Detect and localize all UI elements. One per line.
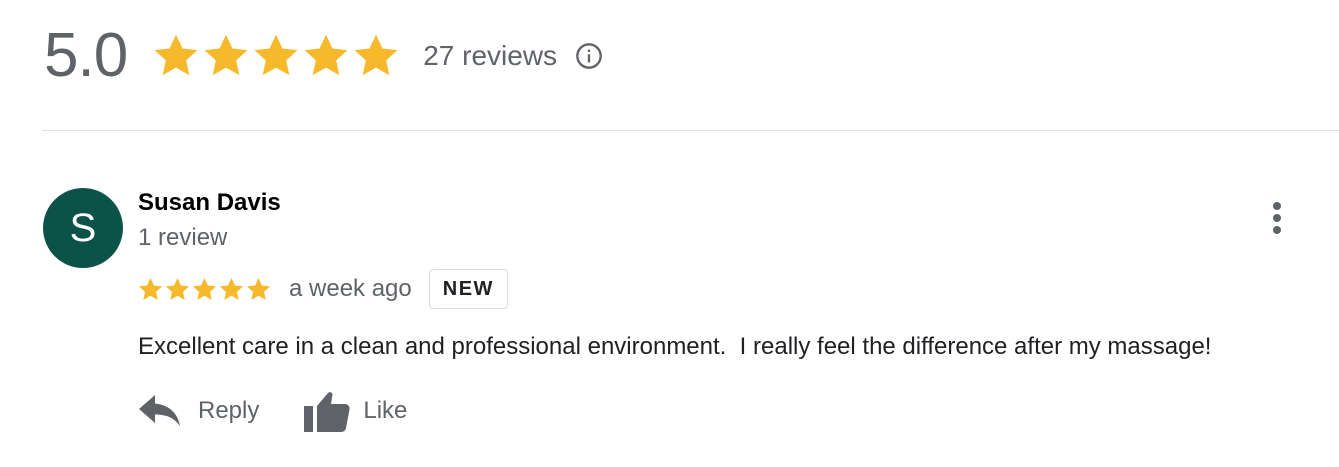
average-score: 5.0 <box>44 21 128 90</box>
star-icon <box>154 34 198 76</box>
review-date: a week ago <box>289 275 412 302</box>
more-options-button[interactable] <box>1260 196 1294 240</box>
star-icon <box>354 34 398 76</box>
avatar[interactable]: S <box>43 188 123 268</box>
more-vert-icon <box>1273 202 1281 234</box>
star-icon <box>254 34 298 76</box>
review-count: 27 reviews <box>423 40 558 71</box>
star-icon <box>204 34 248 76</box>
star-icon <box>304 34 348 76</box>
reviewer-review-count: 1 review <box>138 224 228 251</box>
info-icon[interactable] <box>575 42 603 70</box>
star-icon <box>219 277 244 300</box>
review-text: Excellent care in a clean and profession… <box>138 333 1212 360</box>
star-icon <box>165 277 190 300</box>
star-icon <box>246 277 271 300</box>
thumbs-up-icon <box>304 392 350 432</box>
reply-icon <box>139 395 180 426</box>
star-icon <box>192 277 217 300</box>
average-stars <box>151 31 401 81</box>
star-icon <box>138 277 163 300</box>
review-actions: Reply Like <box>138 384 407 438</box>
rating-summary: 5.0 27 reviews <box>44 16 603 96</box>
reply-button[interactable]: Reply <box>138 393 259 429</box>
section-divider <box>42 130 1339 131</box>
like-label: Like <box>363 397 408 424</box>
reviewer-name[interactable]: Susan Davis <box>138 189 281 217</box>
new-badge: NEW <box>428 269 508 309</box>
like-button[interactable]: Like <box>303 389 407 433</box>
review-rating-row: a week ago NEW <box>137 268 508 310</box>
review-stars <box>137 276 272 303</box>
reply-label: Reply <box>198 397 260 424</box>
avatar-letter: S <box>69 205 97 250</box>
